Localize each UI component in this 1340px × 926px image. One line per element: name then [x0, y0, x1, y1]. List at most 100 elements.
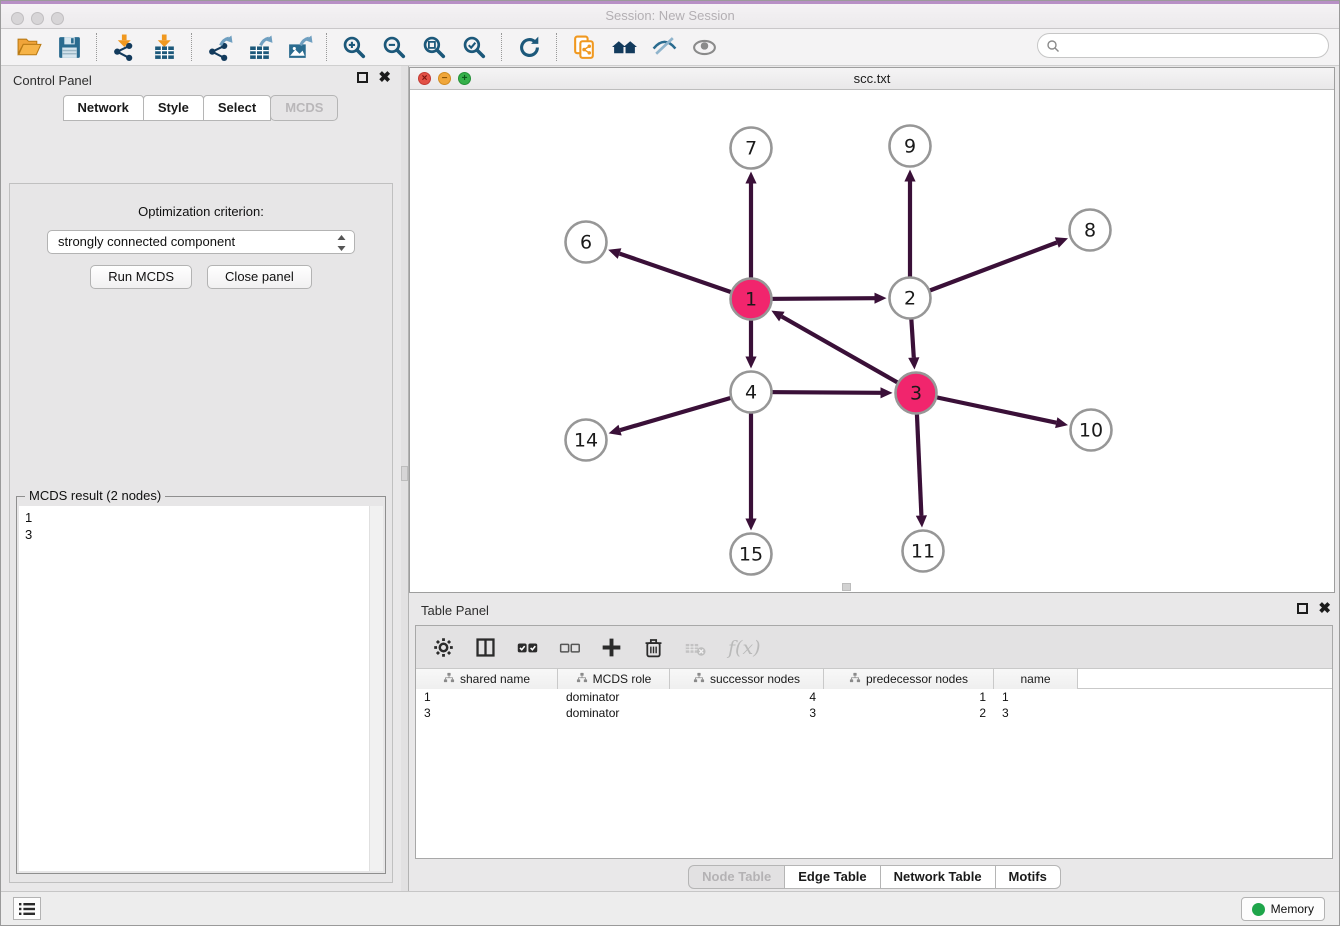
- network-view-title: scc.txt: [410, 68, 1334, 89]
- search-box[interactable]: [1037, 33, 1329, 58]
- frame-minimize-button[interactable]: −: [438, 72, 451, 85]
- cell[interactable]: 2: [824, 705, 994, 721]
- add-column-icon[interactable]: [600, 636, 623, 659]
- edge-arrowhead: [908, 357, 919, 369]
- node-label-15: 15: [739, 544, 763, 566]
- panel-splitter[interactable]: [401, 66, 409, 893]
- cell[interactable]: 4: [670, 689, 824, 705]
- control-panel-header: Control Panel ✖: [1, 66, 401, 94]
- column-type-icon: [576, 672, 588, 687]
- splitter-handle[interactable]: [401, 466, 408, 481]
- mcds-result-textarea[interactable]: 1 3: [19, 506, 383, 871]
- control-panel-tabs: NetworkStyleSelectMCDS: [1, 95, 401, 121]
- table-row-2[interactable]: 3dominator323: [416, 705, 1332, 721]
- status-menu-button[interactable]: [13, 897, 41, 920]
- window-minimize-button[interactable]: [31, 12, 44, 25]
- network-canvas[interactable]: 7968124314101511: [410, 90, 1334, 592]
- column-header-MCDS-role[interactable]: MCDS role: [558, 669, 670, 689]
- home-button[interactable]: [604, 31, 644, 63]
- edge-arrowhead: [1055, 417, 1068, 428]
- cell[interactable]: 3: [994, 705, 1078, 721]
- cell[interactable]: dominator: [558, 705, 670, 721]
- export-table-button[interactable]: [239, 31, 279, 63]
- close-panel-button[interactable]: Close panel: [207, 265, 312, 289]
- edge-arrowhead: [745, 172, 756, 184]
- search-input[interactable]: [1064, 36, 1328, 56]
- column-type-icon: [849, 672, 861, 687]
- column-header-name[interactable]: name: [994, 669, 1078, 689]
- cell[interactable]: dominator: [558, 689, 670, 705]
- result-scrollbar[interactable]: [369, 506, 383, 871]
- memory-status-icon: [1252, 903, 1265, 916]
- tab-motifs[interactable]: Motifs: [995, 865, 1061, 889]
- open-session-button[interactable]: [9, 31, 49, 63]
- save-session-button[interactable]: [49, 31, 89, 63]
- node-label-1: 1: [745, 289, 757, 311]
- column-type-icon: [693, 672, 705, 687]
- close-table-panel-icon[interactable]: ✖: [1318, 603, 1331, 614]
- float-panel-icon[interactable]: [357, 72, 368, 83]
- zoom-in-button[interactable]: [334, 31, 374, 63]
- split-columns-icon[interactable]: [474, 636, 497, 659]
- tab-network[interactable]: Network: [63, 95, 144, 121]
- float-table-panel-icon[interactable]: [1297, 603, 1308, 614]
- edge-arrowhead: [608, 248, 621, 259]
- node-label-9: 9: [904, 136, 916, 158]
- column-header-shared-name[interactable]: shared name: [416, 669, 558, 689]
- show-columns-icon[interactable]: [516, 636, 539, 659]
- cell[interactable]: 3: [670, 705, 824, 721]
- node-label-2: 2: [904, 288, 916, 310]
- canvas-resize-handle[interactable]: [842, 583, 851, 591]
- close-panel-icon[interactable]: ✖: [378, 72, 391, 83]
- column-header-predecessor-nodes[interactable]: predecessor nodes: [824, 669, 994, 689]
- hide-selected-button[interactable]: [644, 31, 684, 63]
- toolbar-separator: [326, 33, 327, 61]
- toolbar-separator: [501, 33, 502, 61]
- node-table-frame: f(x) shared nameMCDS rolesuccessor nodes…: [415, 625, 1333, 859]
- zoom-out-button[interactable]: [374, 31, 414, 63]
- application-window: Session: New Session Control Panel ✖ Net…: [0, 0, 1340, 926]
- delete-column-icon[interactable]: [642, 636, 665, 659]
- zoom-fit-button[interactable]: [414, 31, 454, 63]
- column-header-successor-nodes[interactable]: successor nodes: [670, 669, 824, 689]
- table-row-1[interactable]: 1dominator411: [416, 689, 1332, 705]
- zoom-selected-button[interactable]: [454, 31, 494, 63]
- toolbar-separator: [556, 33, 557, 61]
- run-mcds-button[interactable]: Run MCDS: [90, 265, 192, 289]
- window-controls: [11, 12, 64, 25]
- frame-close-button[interactable]: ×: [418, 72, 431, 85]
- export-image-button[interactable]: [279, 31, 319, 63]
- cell[interactable]: 1: [994, 689, 1078, 705]
- tab-select[interactable]: Select: [203, 95, 271, 121]
- frame-maximize-button[interactable]: +: [458, 72, 471, 85]
- show-all-button[interactable]: [684, 31, 724, 63]
- optimization-criterion-select[interactable]: strongly connected component: [47, 230, 355, 254]
- import-network-button[interactable]: [104, 31, 144, 63]
- main-toolbar: [1, 29, 1339, 66]
- new-network-from-selection-button[interactable]: [564, 31, 604, 63]
- mcds-result-text: 1 3: [19, 506, 383, 546]
- tab-edge-table[interactable]: Edge Table: [784, 865, 880, 889]
- window-maximize-button[interactable]: [51, 12, 64, 25]
- tab-style[interactable]: Style: [143, 95, 204, 121]
- window-close-button[interactable]: [11, 12, 24, 25]
- memory-button[interactable]: Memory: [1241, 897, 1325, 921]
- edge-3-1[interactable]: [782, 317, 916, 393]
- gear-icon[interactable]: [432, 636, 455, 659]
- network-view-titlebar[interactable]: × − + scc.txt: [410, 68, 1334, 90]
- edge-2-8[interactable]: [910, 243, 1057, 299]
- tab-node-table[interactable]: Node Table: [688, 865, 785, 889]
- mcds-panel: Optimization criterion: strongly connect…: [9, 183, 393, 883]
- export-network-button[interactable]: [199, 31, 239, 63]
- cell[interactable]: 3: [416, 705, 558, 721]
- apply-layout-button[interactable]: [509, 31, 549, 63]
- tab-network-table[interactable]: Network Table: [880, 865, 996, 889]
- cell[interactable]: 1: [416, 689, 558, 705]
- node-label-8: 8: [1084, 220, 1096, 242]
- tab-mcds[interactable]: MCDS: [270, 95, 338, 121]
- hide-columns-icon[interactable]: [558, 636, 581, 659]
- cell[interactable]: 1: [824, 689, 994, 705]
- search-icon: [1046, 39, 1060, 53]
- import-table-button[interactable]: [144, 31, 184, 63]
- selected-option: strongly connected component: [58, 234, 235, 249]
